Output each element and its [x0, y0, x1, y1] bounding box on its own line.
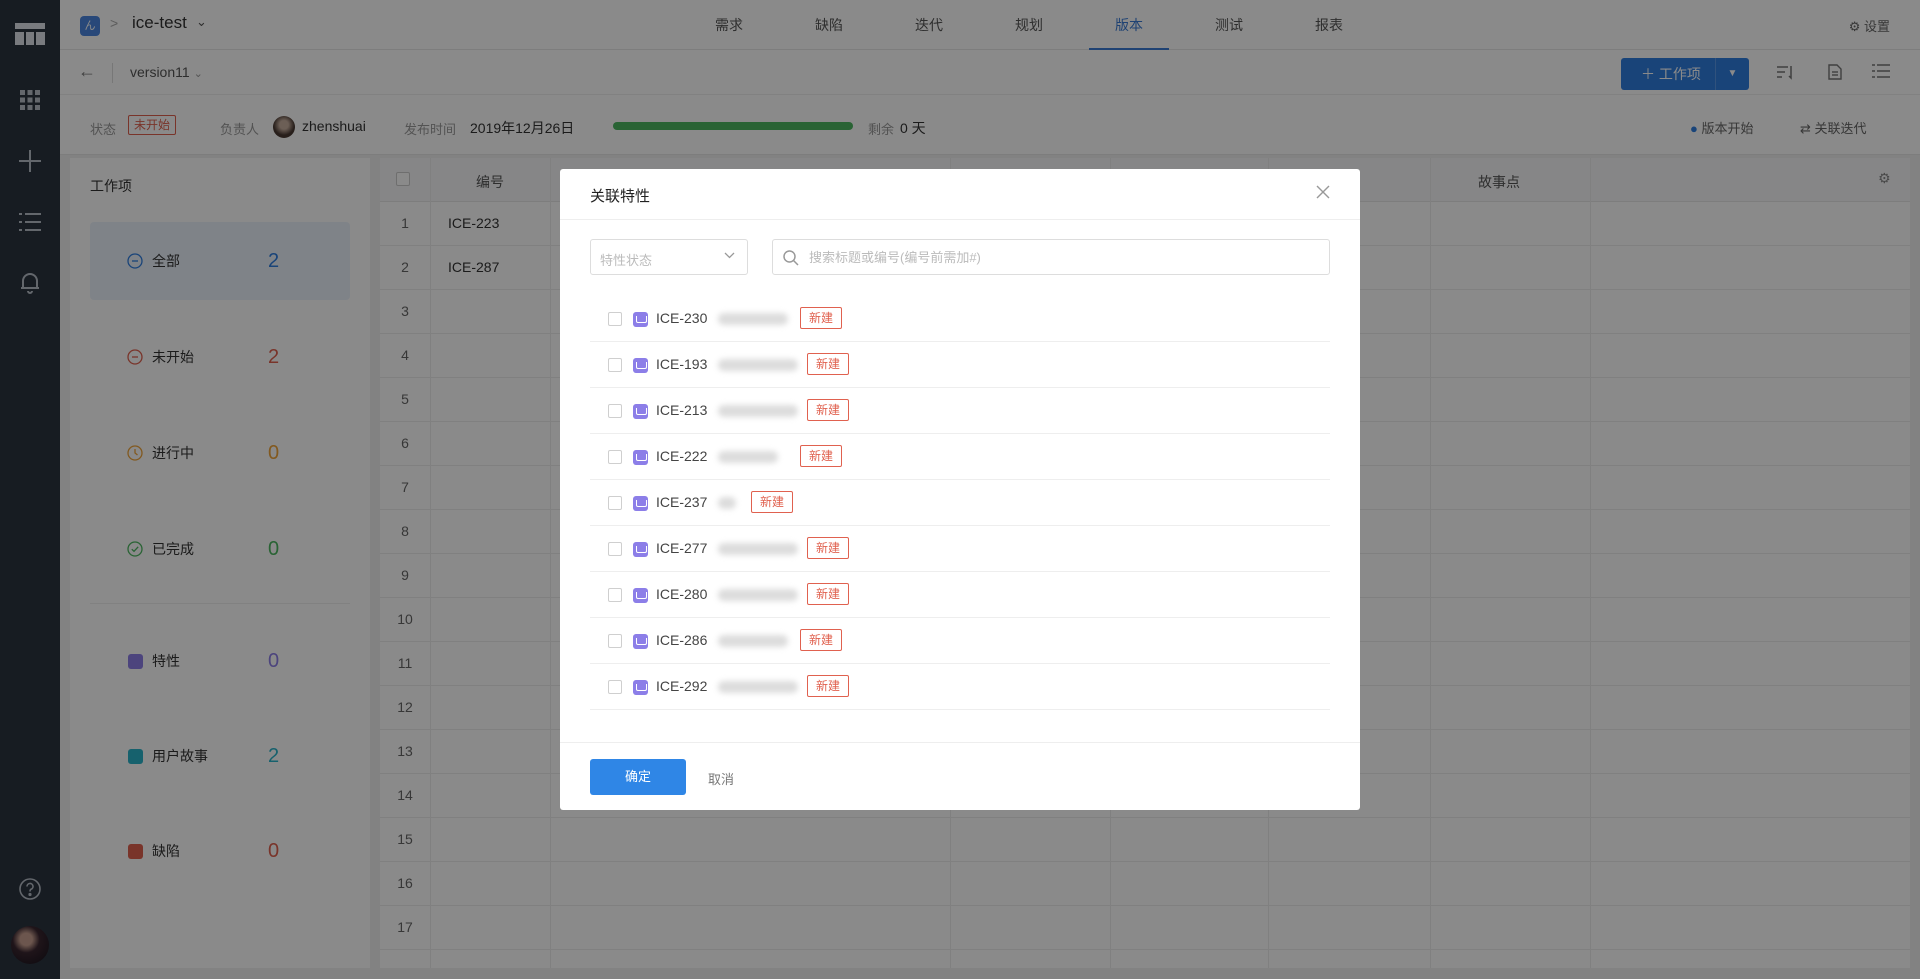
- feature-list-item[interactable]: ICE-286 新建: [590, 618, 1330, 664]
- feature-code: ICE-277: [656, 540, 708, 556]
- search-input[interactable]: [809, 247, 1309, 267]
- chevron-down-icon: [724, 252, 735, 259]
- feature-list-item[interactable]: ICE-193 新建: [590, 342, 1330, 388]
- feature-code: ICE-222: [656, 448, 708, 464]
- feature-checkbox[interactable]: [608, 404, 622, 418]
- status-badge: 新建: [751, 491, 794, 513]
- feature-status-select[interactable]: 特性状态: [590, 239, 748, 275]
- cancel-button[interactable]: 取消: [708, 769, 734, 788]
- status-badge: 新建: [800, 307, 843, 329]
- redacted-title: [718, 543, 798, 555]
- feature-checkbox[interactable]: [608, 312, 622, 326]
- feature-checkbox[interactable]: [608, 358, 622, 372]
- redacted-title: [718, 359, 798, 371]
- divider: [560, 742, 1360, 743]
- feature-icon: [633, 588, 648, 603]
- feature-list-item[interactable]: ICE-222 新建: [590, 434, 1330, 480]
- status-badge: 新建: [807, 353, 850, 375]
- link-feature-dialog: 关联特性 特性状态 ICE-230新建ICE-193新建ICE-213新建ICE…: [560, 169, 1360, 810]
- feature-list-item[interactable]: ICE-292 新建: [590, 664, 1330, 710]
- status-badge: 新建: [807, 399, 850, 421]
- redacted-title: [718, 635, 788, 647]
- feature-list-item[interactable]: ICE-277 新建: [590, 526, 1330, 572]
- feature-checkbox[interactable]: [608, 634, 622, 648]
- feature-icon: [633, 404, 648, 419]
- feature-code: ICE-193: [656, 356, 708, 372]
- redacted-title: [718, 313, 788, 325]
- feature-checkbox[interactable]: [608, 450, 622, 464]
- redacted-title: [718, 451, 778, 463]
- feature-checkbox[interactable]: [608, 588, 622, 602]
- feature-icon: [633, 358, 648, 373]
- redacted-title: [718, 497, 736, 509]
- feature-list-item[interactable]: ICE-237 新建: [590, 480, 1330, 526]
- feature-list-item[interactable]: ICE-230 新建: [590, 296, 1330, 342]
- feature-checkbox[interactable]: [608, 542, 622, 556]
- feature-code: ICE-213: [656, 402, 708, 418]
- search-icon: [783, 250, 799, 266]
- divider: [560, 219, 1360, 220]
- feature-checkbox[interactable]: [608, 496, 622, 510]
- feature-icon: [633, 496, 648, 511]
- status-badge: 新建: [807, 675, 850, 697]
- feature-code: ICE-292: [656, 678, 708, 694]
- status-badge: 新建: [807, 583, 850, 605]
- search-field[interactable]: [772, 239, 1330, 275]
- close-icon[interactable]: [1314, 183, 1332, 201]
- feature-icon: [633, 450, 648, 465]
- feature-code: ICE-286: [656, 632, 708, 648]
- feature-code: ICE-237: [656, 494, 708, 510]
- redacted-title: [718, 681, 798, 693]
- feature-icon: [633, 542, 648, 557]
- feature-icon: [633, 312, 648, 327]
- feature-icon: [633, 634, 648, 649]
- dialog-title: 关联特性: [590, 188, 651, 205]
- feature-icon: [633, 680, 648, 695]
- feature-list-item[interactable]: ICE-213 新建: [590, 388, 1330, 434]
- confirm-button[interactable]: 确定: [590, 759, 686, 795]
- status-badge: 新建: [800, 629, 843, 651]
- redacted-title: [718, 405, 798, 417]
- status-badge: 新建: [807, 537, 850, 559]
- feature-list-item[interactable]: ICE-280 新建: [590, 572, 1330, 618]
- status-badge: 新建: [800, 445, 843, 467]
- feature-checkbox[interactable]: [608, 680, 622, 694]
- feature-code: ICE-230: [656, 310, 708, 326]
- redacted-title: [718, 589, 798, 601]
- feature-code: ICE-280: [656, 586, 708, 602]
- status-select-placeholder: 特性状态: [600, 253, 653, 268]
